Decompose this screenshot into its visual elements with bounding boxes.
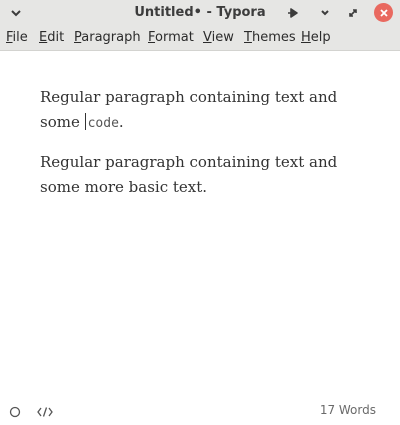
menu-view-label: iew bbox=[211, 30, 234, 45]
menu-themes-label: hemes bbox=[251, 30, 296, 45]
pin-button[interactable] bbox=[283, 3, 303, 23]
minimize-button[interactable] bbox=[315, 3, 335, 23]
inline-code: code bbox=[87, 116, 119, 131]
minimize-icon bbox=[321, 10, 329, 16]
title-bar: Untitled• - Typora bbox=[0, 0, 400, 26]
editor-area[interactable]: Regular paragraph containing text and so… bbox=[0, 51, 400, 395]
paragraph-1[interactable]: Regular paragraph containing text and so… bbox=[40, 85, 370, 136]
outline-toggle-icon bbox=[9, 406, 21, 418]
close-button[interactable] bbox=[374, 3, 393, 22]
status-bar: 17 Words bbox=[0, 395, 400, 425]
paragraph-2[interactable]: Regular paragraph containing text and so… bbox=[40, 150, 370, 200]
text-caret bbox=[84, 113, 86, 130]
menu-file[interactable]: File bbox=[6, 30, 28, 45]
menu-themes[interactable]: Themes bbox=[244, 30, 296, 45]
maximize-button[interactable] bbox=[343, 3, 363, 23]
source-code-mode-button[interactable] bbox=[37, 403, 53, 422]
paragraph-1-end: . bbox=[118, 113, 124, 131]
maximize-icon bbox=[349, 9, 357, 17]
menu-file-label: ile bbox=[12, 30, 28, 45]
menu-paragraph-label: aragraph bbox=[81, 30, 141, 45]
menu-edit[interactable]: Edit bbox=[39, 30, 64, 45]
menu-view[interactable]: View bbox=[203, 30, 234, 45]
menu-themes-mnemonic: T bbox=[244, 30, 252, 45]
menu-format-mnemonic: F bbox=[148, 30, 156, 45]
menu-edit-mnemonic: E bbox=[39, 30, 48, 45]
word-count[interactable]: 17 Words bbox=[320, 403, 376, 417]
typora-window: Untitled• - Typora File Edit Paragraph F… bbox=[0, 0, 400, 425]
menu-format[interactable]: Format bbox=[148, 30, 194, 45]
pin-icon bbox=[288, 8, 298, 18]
menu-format-label: ormat bbox=[155, 30, 194, 45]
source-code-mode-icon bbox=[37, 407, 53, 417]
close-icon bbox=[379, 8, 388, 17]
menu-edit-label: dit bbox=[47, 30, 65, 45]
window-title: Untitled• - Typora bbox=[134, 5, 266, 20]
menu-help-mnemonic: H bbox=[301, 30, 311, 45]
menu-view-mnemonic: V bbox=[203, 30, 212, 45]
menu-bar: File Edit Paragraph Format View Themes H… bbox=[0, 26, 400, 51]
menu-paragraph[interactable]: Paragraph bbox=[74, 30, 141, 45]
outline-toggle-button[interactable] bbox=[9, 403, 21, 422]
menu-help[interactable]: Help bbox=[301, 30, 331, 45]
menu-help-label: elp bbox=[310, 30, 331, 45]
